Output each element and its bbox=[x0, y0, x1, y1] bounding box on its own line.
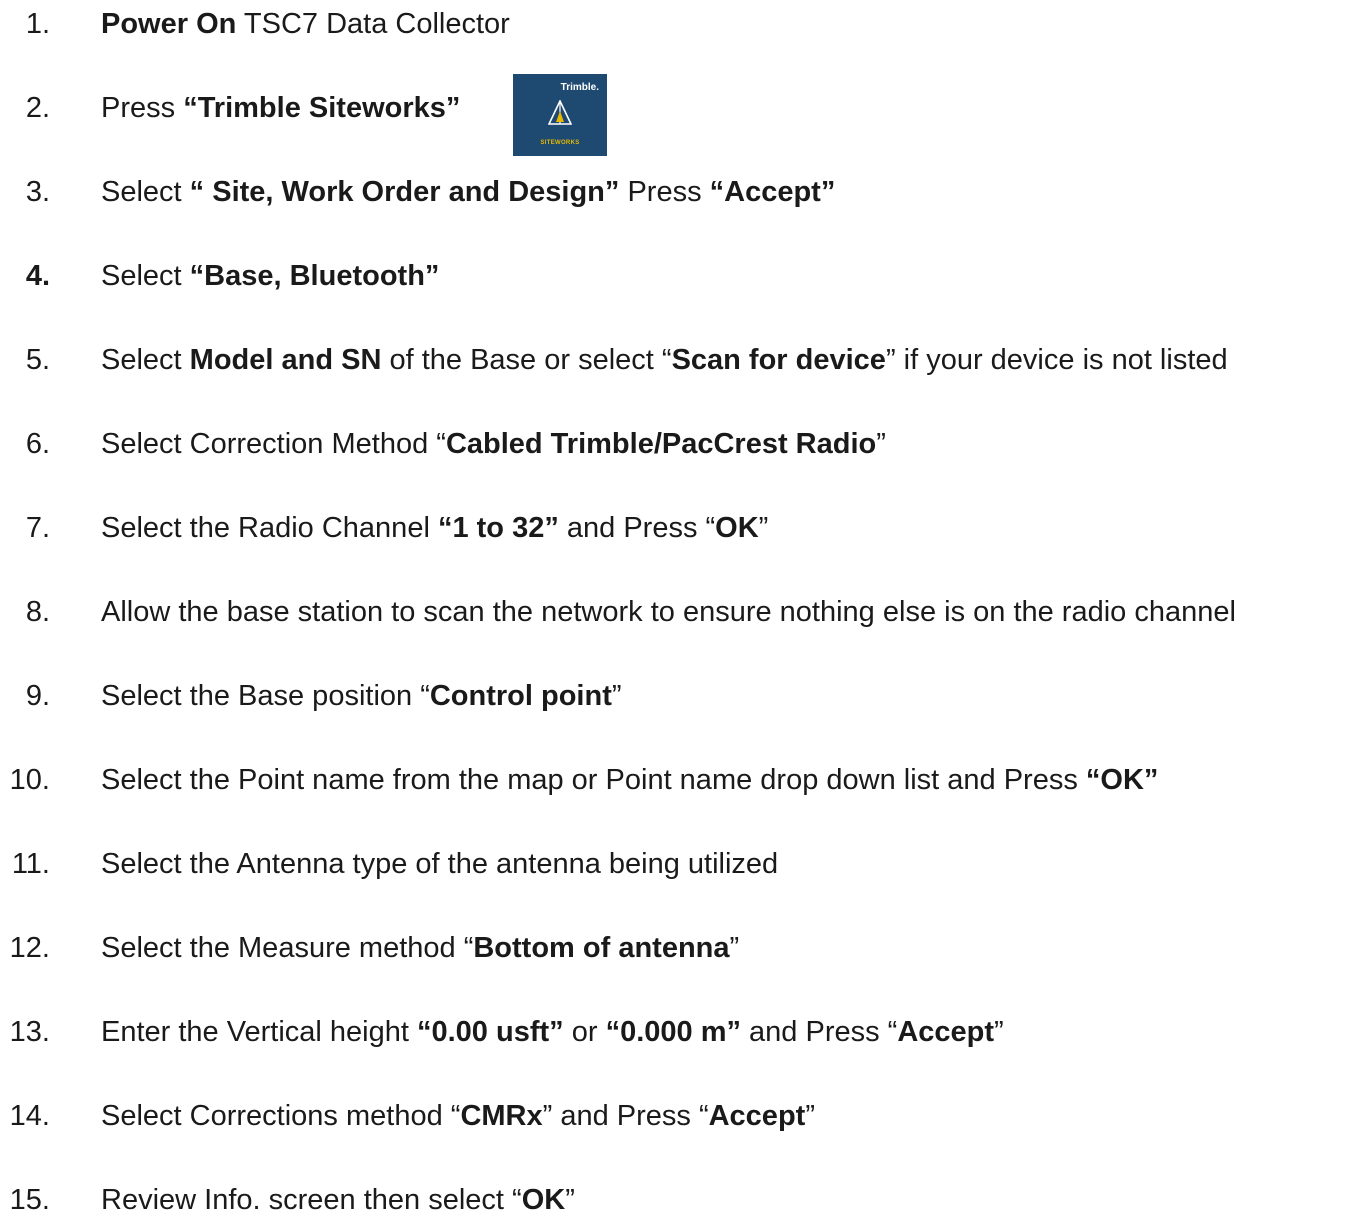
step-text-segment: ” if your device is not listed bbox=[885, 343, 1228, 376]
step-number: 15. bbox=[9, 1183, 50, 1216]
step-text: Select “Base, Bluetooth” bbox=[101, 260, 439, 293]
step-text-segment: Select bbox=[101, 175, 190, 208]
step-text-segment: Select the Antenna type of the antenna b… bbox=[101, 847, 779, 880]
step-text: Allow the base station to scan the netwo… bbox=[101, 596, 1236, 629]
list-item: 6. Select Correction Method “Cabled Trimb… bbox=[0, 424, 1363, 464]
step-text-bold: “Accept” bbox=[709, 175, 836, 208]
step-text: Select “ Site, Work Order and Design” Pr… bbox=[101, 176, 835, 209]
logo-product-text: SITEWORKS bbox=[540, 140, 580, 146]
step-text-bold: “1 to 32” bbox=[437, 511, 559, 544]
step-number: 9. bbox=[25, 679, 50, 712]
list-item: 10. Select the Point name from the map or… bbox=[0, 760, 1363, 800]
step-text-bold: Accept bbox=[897, 1015, 995, 1048]
step-text-bold: Accept bbox=[708, 1099, 806, 1132]
step-number: 14. bbox=[9, 1099, 50, 1132]
step-text-bold: “Base, Bluetooth” bbox=[189, 259, 440, 292]
list-item: 14. Select Corrections method “CMRx” and … bbox=[0, 1096, 1363, 1136]
list-item: 15. Review Info. screen then select “OK” bbox=[0, 1180, 1363, 1220]
step-text-segment: and Press “ bbox=[740, 1015, 898, 1048]
step-text-bold: Bottom of antenna bbox=[473, 931, 730, 964]
step-text-segment: ” and Press “ bbox=[542, 1099, 709, 1132]
step-number: 5. bbox=[25, 343, 50, 376]
step-number: 7. bbox=[25, 511, 50, 544]
list-item: 3. Select “ Site, Work Order and Design” … bbox=[0, 172, 1363, 212]
step-text-bold: “ Site, Work Order and Design” bbox=[189, 175, 620, 208]
list-item: 13. Enter the Vertical height “0.00 usft”… bbox=[0, 1012, 1363, 1052]
trimble-siteworks-logo: Trimble. SITEWORKS bbox=[513, 74, 607, 156]
step-text-segment: ” bbox=[994, 1015, 1004, 1048]
list-item: 4. Select “Base, Bluetooth” bbox=[0, 256, 1363, 296]
step-text-segment: Enter the Vertical height bbox=[101, 1015, 417, 1048]
step-text-segment: Select Corrections method “ bbox=[101, 1099, 461, 1132]
step-text-segment: ” bbox=[758, 511, 769, 544]
step-text-segment: or bbox=[563, 1015, 606, 1048]
step-text-bold: Cabled Trimble/PacCrest Radio bbox=[445, 427, 877, 460]
step-number: 1. bbox=[25, 7, 50, 40]
step-text-segment: Select bbox=[101, 343, 190, 376]
step-number: 4. bbox=[25, 259, 50, 292]
step-number: 13. bbox=[9, 1015, 50, 1048]
step-text-segment: Select the Radio Channel bbox=[101, 511, 438, 544]
step-text: Select the Antenna type of the antenna b… bbox=[101, 848, 778, 881]
list-item: 5. Select Model and SN of the Base or sel… bbox=[0, 340, 1363, 380]
step-text-segment: and Press “ bbox=[558, 511, 716, 544]
step-number: 11. bbox=[11, 847, 50, 880]
step-text: Power On TSC7 Data Collector bbox=[101, 8, 510, 41]
step-text-segment: TSC7 Data Collector bbox=[236, 7, 510, 40]
step-number: 2. bbox=[25, 91, 50, 124]
logo-brand-text: Trimble. bbox=[560, 82, 599, 93]
step-text-bold: “Trimble Siteworks” bbox=[183, 91, 461, 124]
step-text-segment: Allow the base station to scan the netwo… bbox=[101, 595, 1236, 628]
list-item: 8. Allow the base station to scan the net… bbox=[0, 592, 1363, 632]
step-text: Press “Trimble Siteworks” bbox=[101, 92, 460, 125]
step-text-segment: Select the Measure method “ bbox=[101, 931, 474, 964]
step-text-bold: Model and SN bbox=[189, 343, 382, 376]
step-text-segment: Press bbox=[619, 175, 710, 208]
list-item: 1. Power On TSC7 Data Collector bbox=[0, 4, 1363, 44]
list-item: 2. Press “Trimble Siteworks” Trimble. SITEW… bbox=[0, 74, 1363, 156]
step-text-bold: OK bbox=[715, 511, 759, 544]
step-text: Review Info. screen then select “OK” bbox=[101, 1184, 575, 1217]
step-text-segment: Select the Point name from the map or Po… bbox=[101, 763, 1086, 796]
step-text-segment: ” bbox=[611, 679, 622, 712]
step-text: Select Corrections method “CMRx” and Pre… bbox=[101, 1100, 815, 1133]
step-text: Select the Radio Channel “1 to 32” and P… bbox=[101, 512, 768, 545]
step-text-bold: CMRx bbox=[460, 1099, 543, 1132]
step-text-bold: “0.000 m” bbox=[605, 1015, 741, 1048]
list-item: 7. Select the Radio Channel “1 to 32” and… bbox=[0, 508, 1363, 548]
step-text-segment: Select Correction Method “ bbox=[101, 427, 446, 460]
list-item: 11. Select the Antenna type of the anten… bbox=[0, 844, 1363, 884]
step-text-bold: Control point bbox=[429, 679, 612, 712]
step-text-bold: “OK” bbox=[1085, 763, 1159, 796]
step-text-segment: Select bbox=[101, 259, 190, 292]
step-text-bold: “0.00 usft” bbox=[416, 1015, 564, 1048]
step-text-bold: Power On bbox=[101, 7, 237, 40]
step-text: Select the Point name from the map or Po… bbox=[101, 764, 1158, 797]
siteworks-icon bbox=[548, 100, 572, 125]
step-text-segment: ” bbox=[729, 931, 740, 964]
step-number: 6. bbox=[25, 427, 50, 460]
step-text: Select Correction Method “Cabled Trimble… bbox=[101, 428, 886, 461]
step-number: 8. bbox=[25, 595, 50, 628]
step-number: 12. bbox=[9, 931, 50, 964]
step-text: Select the Base position “Control point” bbox=[101, 680, 622, 713]
step-text: Select Model and SN of the Base or selec… bbox=[101, 344, 1228, 377]
list-item: 9. Select the Base position “Control poin… bbox=[0, 676, 1363, 716]
step-number: 3. bbox=[25, 175, 50, 208]
step-text-segment: Press bbox=[101, 91, 184, 124]
step-text-segment: of the Base or select “ bbox=[381, 343, 672, 376]
step-text-segment: ” bbox=[876, 427, 886, 460]
step-text: Enter the Vertical height “0.00 usft” or… bbox=[101, 1016, 1004, 1049]
step-text-segment: Select the Base position “ bbox=[101, 679, 430, 712]
step-text: Select the Measure method “Bottom of ant… bbox=[101, 932, 739, 965]
step-text-segment: ” bbox=[805, 1099, 815, 1132]
step-text-bold: Scan for device bbox=[671, 343, 886, 376]
step-number: 10. bbox=[9, 763, 50, 796]
list-item: 12. Select the Measure method “Bottom of … bbox=[0, 928, 1363, 968]
